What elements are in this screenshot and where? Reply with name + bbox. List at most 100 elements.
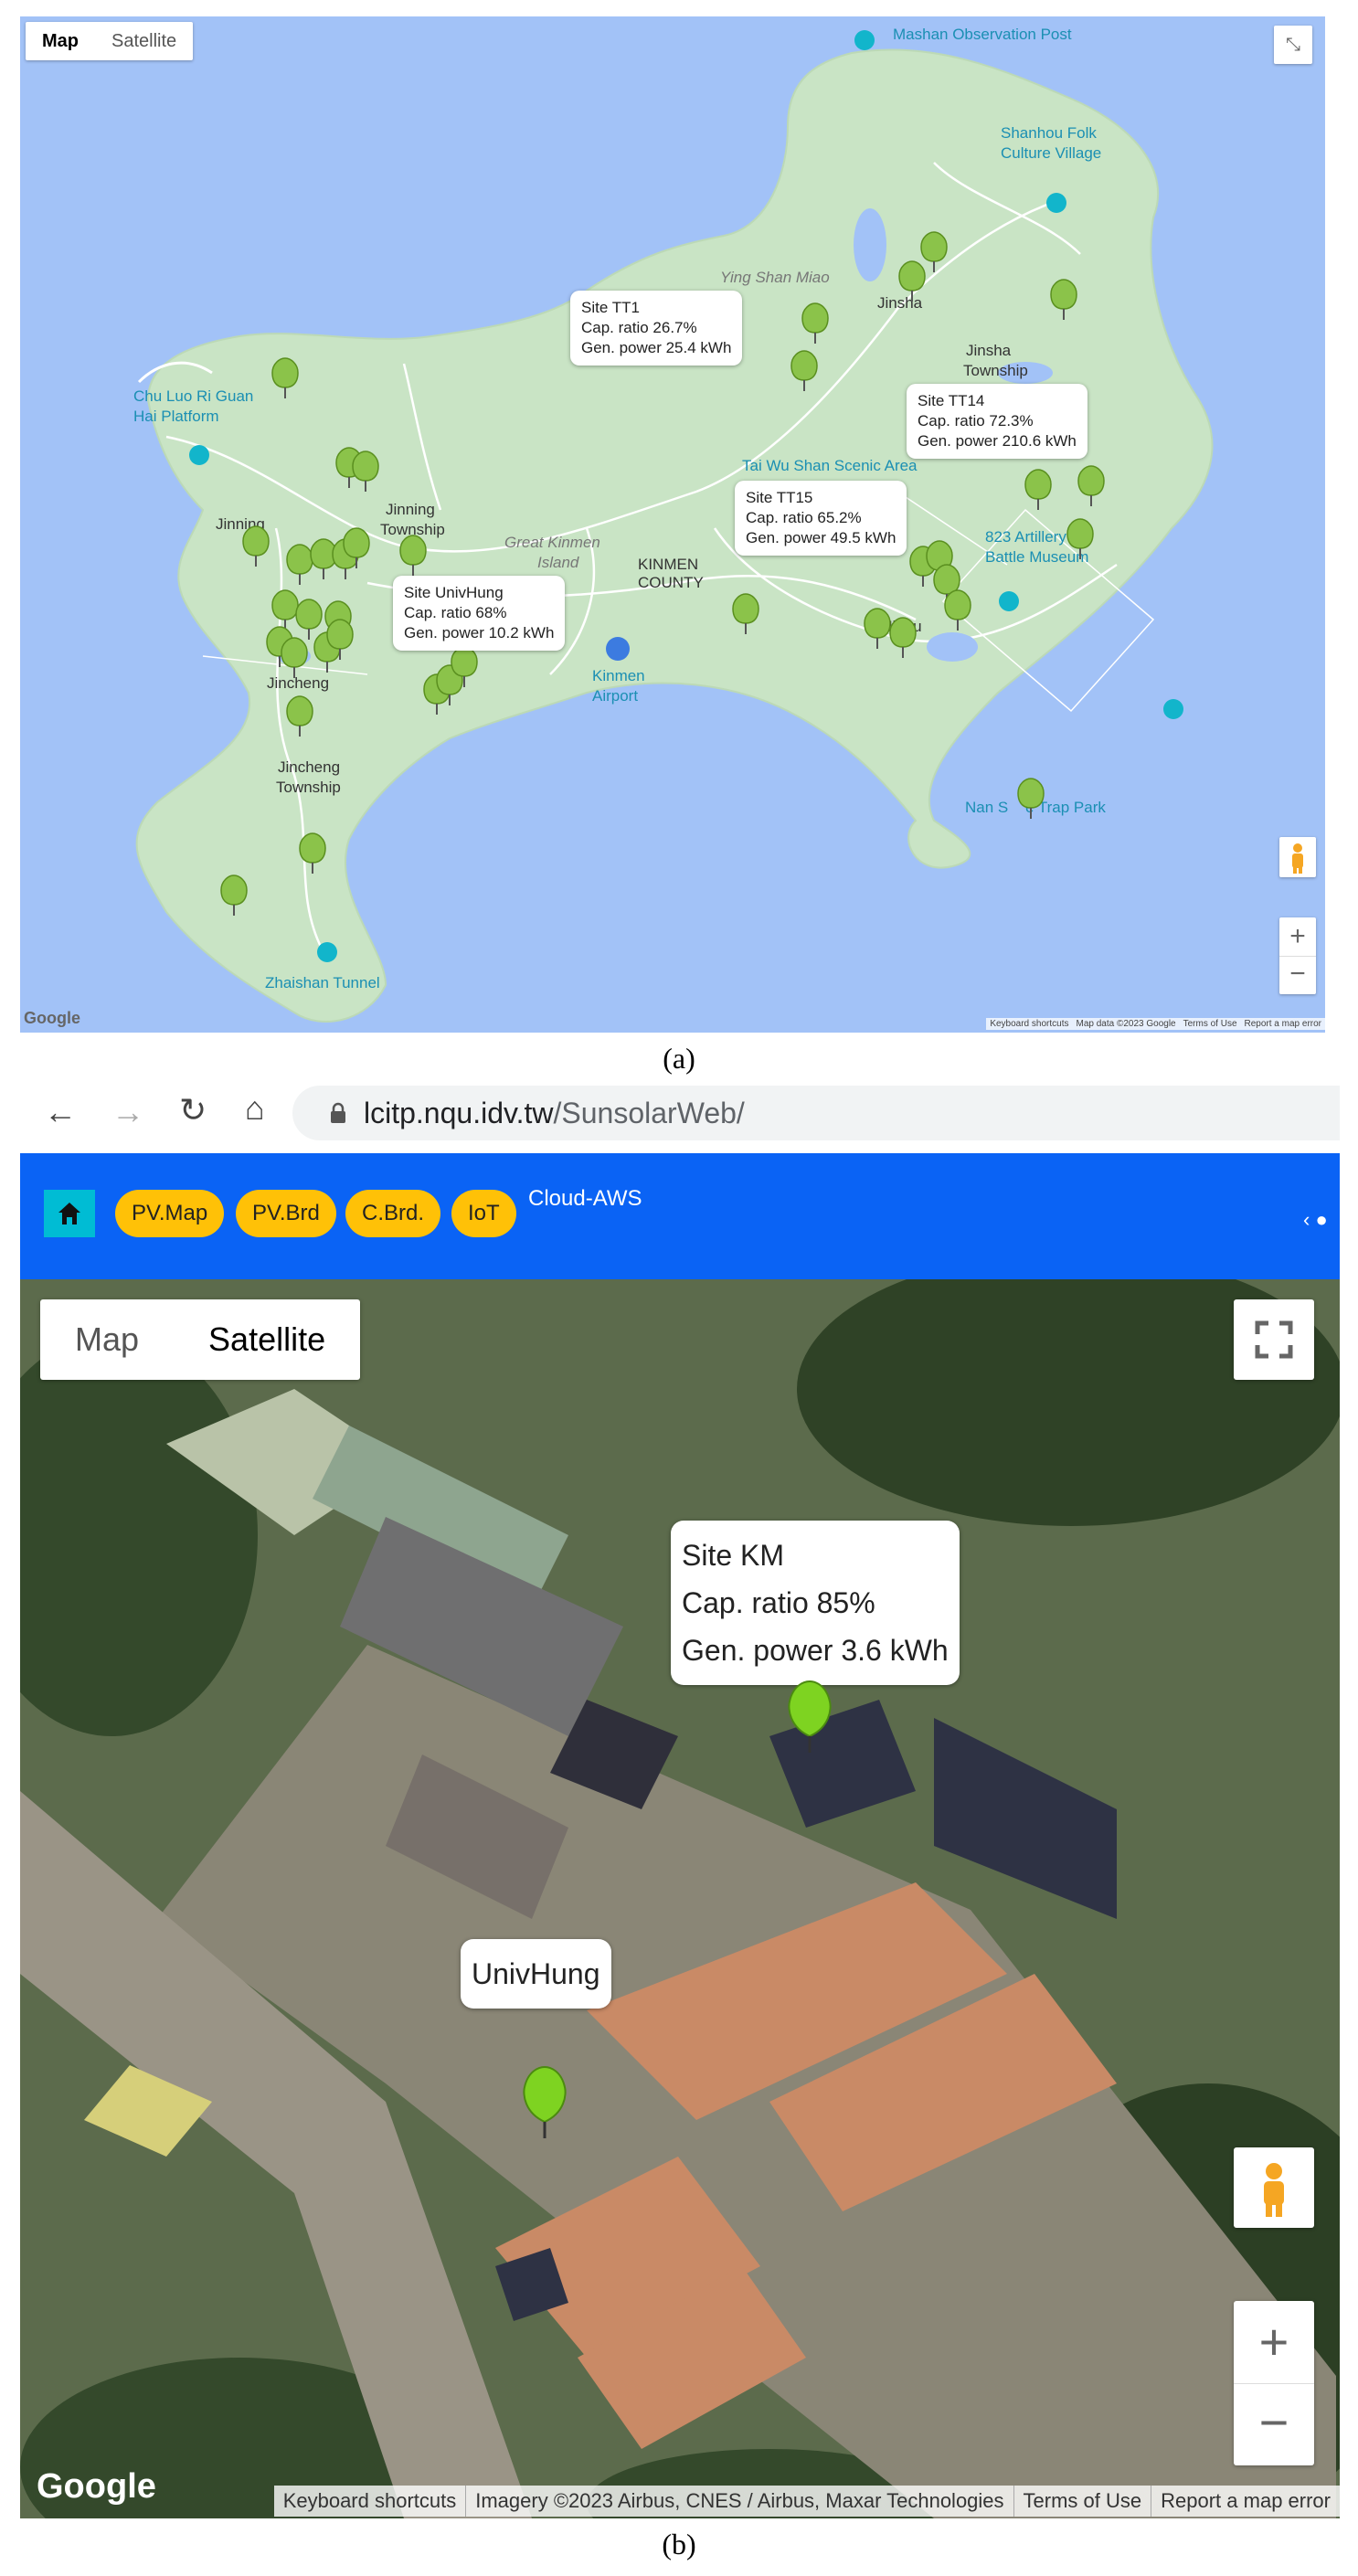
- info-cap-ratio: Cap. ratio 72.3%: [918, 412, 1034, 429]
- nav-c-brd[interactable]: C.Brd.: [345, 1190, 441, 1237]
- forward-arrow-icon: →: [111, 1093, 144, 1130]
- info-gen-power: Gen. power 3.6 kWh: [682, 1634, 949, 1667]
- house-icon: ⌂: [245, 1089, 265, 1127]
- place-jinsha-township: Jinsha: [966, 342, 1012, 359]
- info-window-univhung: UnivHung: [461, 1939, 611, 2009]
- info-gen-power: Gen. power 49.5 kWh: [746, 529, 896, 546]
- keyboard-shortcuts-link[interactable]: Keyboard shortcuts: [274, 2486, 467, 2517]
- place-shanhou: Shanhou Folk: [1001, 124, 1097, 142]
- place-kinmen-airport: Kinmen: [592, 667, 645, 684]
- place-kinmen-county: KINMEN: [638, 556, 699, 573]
- pegman-button[interactable]: [1279, 837, 1316, 877]
- info-site-name: Site TT1: [581, 299, 640, 316]
- terms-link[interactable]: Terms of Use: [1014, 2486, 1152, 2517]
- reload-button[interactable]: ↻: [179, 1091, 207, 1129]
- info-cap-ratio: Cap. ratio 65.2%: [746, 509, 862, 526]
- map-type-satellite[interactable]: Satellite: [174, 1299, 360, 1380]
- nav-pv-brd[interactable]: PV.Brd: [236, 1190, 336, 1237]
- home-button[interactable]: ⌂: [245, 1089, 265, 1128]
- map-footer: Keyboard shortcuts Map data ©2023 Google…: [986, 1018, 1325, 1030]
- place-taiwushan: Tai Wu Shan Scenic Area: [742, 457, 918, 474]
- caption-a: (a): [663, 1042, 695, 1075]
- info-window-univhung: Site UnivHung Cap. ratio 68% Gen. power …: [393, 576, 566, 651]
- exit-fullscreen-icon: ⤡: [1286, 35, 1300, 55]
- map-type-control: Map Satellite: [40, 1299, 361, 1380]
- user-menu-icon[interactable]: ‹ ●: [1303, 1208, 1328, 1232]
- fullscreen-button[interactable]: [1234, 1299, 1314, 1380]
- place-jincheng: Jincheng: [267, 674, 330, 692]
- google-logo: Google: [37, 2467, 156, 2506]
- zoom-in-button[interactable]: +: [1234, 2301, 1314, 2383]
- info-site-name: Site UnivHung: [404, 584, 504, 601]
- google-logo: Google: [24, 1009, 80, 1027]
- place-chu-luo: Chu Luo Ri Guan: [133, 387, 254, 405]
- pegman-button[interactable]: [1234, 2147, 1314, 2228]
- info-site-name: Site KM: [682, 1539, 785, 1572]
- home-icon: [58, 1203, 80, 1224]
- info-gen-power: Gen. power 10.2 kWh: [404, 624, 555, 641]
- url-host: lcitp.nqu.idv.tw: [364, 1097, 554, 1129]
- place-jinning-township-2: Township: [380, 521, 445, 538]
- place-great-kinmen: Great Kinmen: [504, 534, 600, 551]
- caption-b: (b): [662, 2528, 696, 2560]
- report-error-link[interactable]: Report a map error: [1151, 2486, 1340, 2517]
- home-nav-button[interactable]: [44, 1190, 95, 1237]
- exit-fullscreen-button[interactable]: ⤡: [1274, 26, 1312, 64]
- pegman-icon: [1292, 843, 1303, 874]
- map-type-control: Map Satellite: [26, 22, 194, 60]
- map-type-satellite[interactable]: Satellite: [95, 22, 193, 60]
- map-panel-a[interactable]: Map Satellite ⤡ + − Mashan Observation P…: [20, 16, 1325, 1033]
- place-nanshan: Nan S: [965, 799, 1009, 816]
- terms-link[interactable]: Terms of Use: [1179, 1018, 1241, 1030]
- info-window-tt15: Site TT15 Cap. ratio 65.2% Gen. power 49…: [735, 481, 907, 556]
- place-jinhu: Jinhu: [885, 618, 922, 635]
- zoom-control: + −: [1279, 917, 1316, 994]
- url-text: lcitp.nqu.idv.tw/SunsolarWeb/: [364, 1097, 745, 1130]
- zoom-in-button[interactable]: +: [1279, 917, 1316, 956]
- info-window-tt1: Site TT1 Cap. ratio 26.7% Gen. power 25.…: [570, 291, 743, 366]
- back-arrow-icon: ←: [44, 1093, 77, 1130]
- place-kinmen-airport-2: Airport: [592, 687, 639, 705]
- place-jincheng-township-2: Township: [276, 779, 341, 796]
- info-cap-ratio: Cap. ratio 85%: [682, 1586, 875, 1619]
- report-error-link[interactable]: Report a map error: [1240, 1018, 1325, 1030]
- map-data-text: Map data ©2023 Google: [1072, 1018, 1180, 1030]
- forward-button[interactable]: →: [111, 1093, 144, 1131]
- place-jinning-township: Jinning: [386, 501, 435, 518]
- map-type-map[interactable]: Map: [26, 22, 95, 60]
- zoom-out-button[interactable]: −: [1279, 956, 1316, 995]
- info-cap-ratio: Cap. ratio 68%: [404, 604, 507, 621]
- nav-iot[interactable]: IoT: [451, 1190, 516, 1237]
- nav-cloud-aws[interactable]: Cloud-AWS: [528, 1186, 642, 1212]
- zoom-out-button[interactable]: −: [1234, 2383, 1314, 2465]
- place-jinning: Jinning: [216, 515, 265, 533]
- info-site-name: Site TT14: [918, 392, 985, 409]
- fullscreen-icon: [1255, 1320, 1293, 1359]
- app-navbar: PV.Map PV.Brd C.Brd. IoT Cloud-AWS ‹ ●: [20, 1153, 1340, 1279]
- keyboard-shortcuts-link[interactable]: Keyboard shortcuts: [986, 1018, 1073, 1030]
- satellite-imagery: [20, 1279, 1340, 2518]
- lock-icon: [331, 1102, 345, 1123]
- place-shanhou-2: Culture Village: [1001, 144, 1102, 162]
- map-panel-b[interactable]: Map Satellite + − Site KM Cap. ratio 85%…: [20, 1279, 1340, 2518]
- zoom-control: + −: [1234, 2301, 1314, 2465]
- info-site-name: Site TT15: [746, 489, 813, 506]
- nav-pv-map[interactable]: PV.Map: [115, 1190, 225, 1237]
- place-zhaishan: Zhaishan Tunnel: [265, 974, 380, 991]
- place-kinmen-county-2: COUNTY: [638, 574, 704, 591]
- url-path: /SunsolarWeb/: [553, 1097, 745, 1129]
- place-jinsha-township-2: Township: [963, 362, 1028, 379]
- map-footer: Keyboard shortcuts Imagery ©2023 Airbus,…: [273, 2486, 1340, 2517]
- place-ying-shan: Ying Shan Miao: [720, 269, 830, 286]
- map-type-map[interactable]: Map: [40, 1299, 174, 1380]
- place-jinsha: Jinsha: [877, 294, 923, 312]
- info-site-name: UnivHung: [472, 1957, 600, 1990]
- place-mashan: Mashan Observation Post: [893, 26, 1072, 43]
- address-bar[interactable]: lcitp.nqu.idv.tw/SunsolarWeb/: [292, 1086, 1340, 1140]
- pegman-icon: [1264, 2163, 1284, 2217]
- place-artillery: 823 Artillery: [985, 528, 1066, 546]
- info-cap-ratio: Cap. ratio 26.7%: [581, 319, 697, 336]
- back-button[interactable]: ←: [44, 1093, 77, 1131]
- info-window-tt14: Site TT14 Cap. ratio 72.3% Gen. power 21…: [907, 384, 1087, 459]
- place-great-kinmen-2: Island: [537, 554, 579, 571]
